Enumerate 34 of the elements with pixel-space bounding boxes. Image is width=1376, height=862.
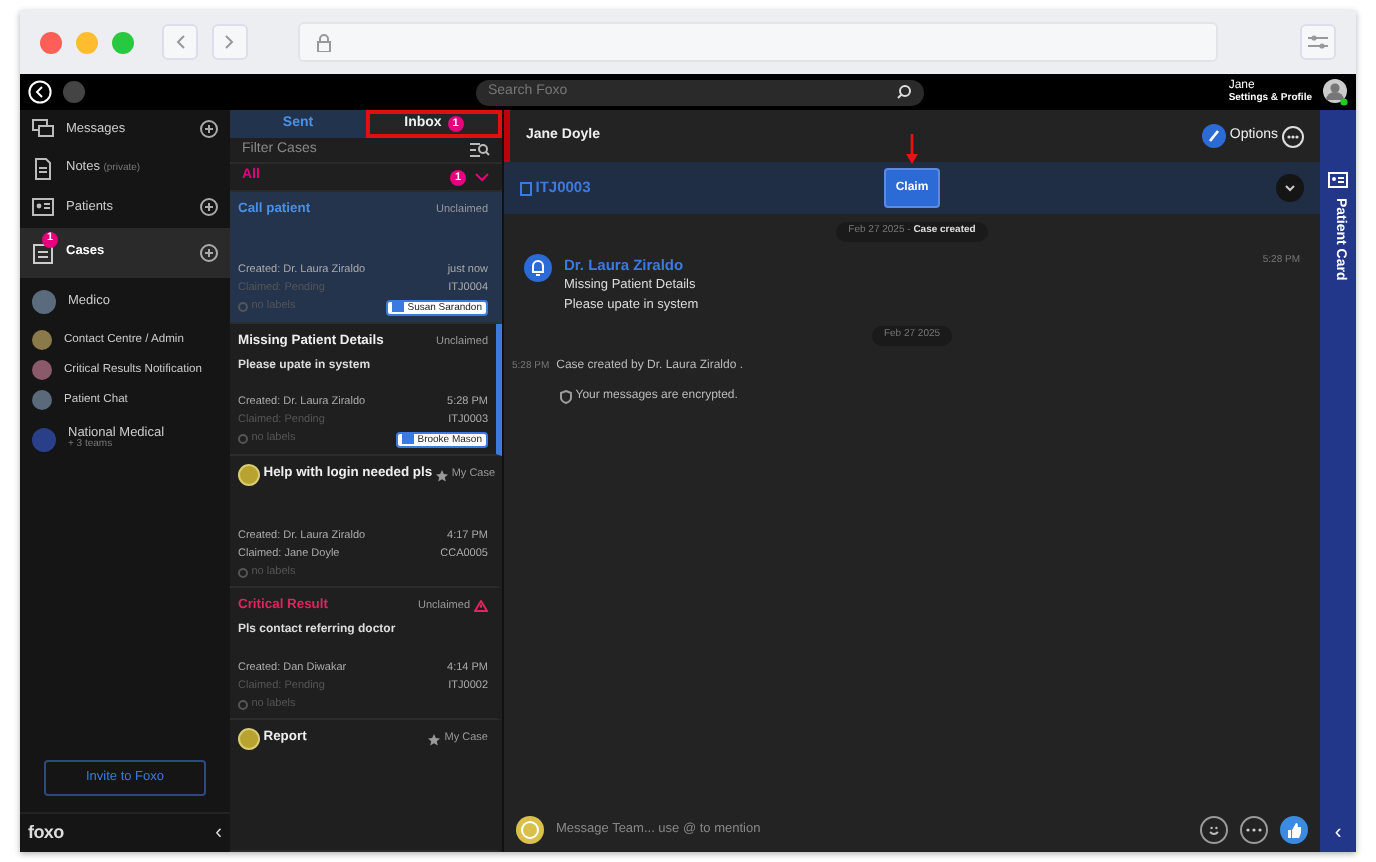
thumbs-up-icon	[1286, 822, 1302, 838]
window-control-icon[interactable]	[40, 31, 62, 53]
sidebar-settings-button[interactable]	[1300, 24, 1336, 60]
collapse-button[interactable]: ‹	[215, 818, 222, 848]
back-icon[interactable]	[28, 80, 52, 104]
more-button[interactable]	[1240, 816, 1268, 844]
add-icon[interactable]	[200, 120, 218, 139]
star-icon	[428, 733, 441, 746]
sliders-icon	[1308, 34, 1328, 50]
emoji-button[interactable]	[1200, 816, 1228, 844]
bell-icon	[524, 253, 552, 281]
warning-icon	[474, 600, 488, 613]
add-icon[interactable]	[200, 243, 218, 261]
avatar-icon	[238, 728, 260, 751]
lock-icon	[316, 33, 332, 51]
chevron-right-icon	[224, 34, 236, 50]
avatar-icon[interactable]	[1322, 78, 1348, 106]
team-avatar-icon	[516, 816, 544, 844]
more-icon[interactable]	[1282, 125, 1304, 147]
shield-icon	[560, 389, 572, 404]
filter-search-icon	[470, 142, 490, 159]
avatar-icon	[238, 464, 260, 487]
chevron-down-icon[interactable]	[1276, 174, 1304, 202]
chat-bubbles-icon	[32, 118, 54, 141]
chevron-left-icon	[174, 34, 186, 50]
expand-button[interactable]: ‹	[1334, 818, 1342, 849]
add-icon[interactable]	[200, 198, 218, 217]
star-icon	[435, 469, 448, 482]
search-icon	[896, 84, 912, 100]
smiley-icon	[1206, 822, 1222, 838]
logo: foxo	[28, 819, 64, 846]
chevron-down-icon[interactable]	[474, 172, 490, 183]
like-button[interactable]	[1280, 816, 1308, 844]
note-icon	[32, 157, 54, 180]
